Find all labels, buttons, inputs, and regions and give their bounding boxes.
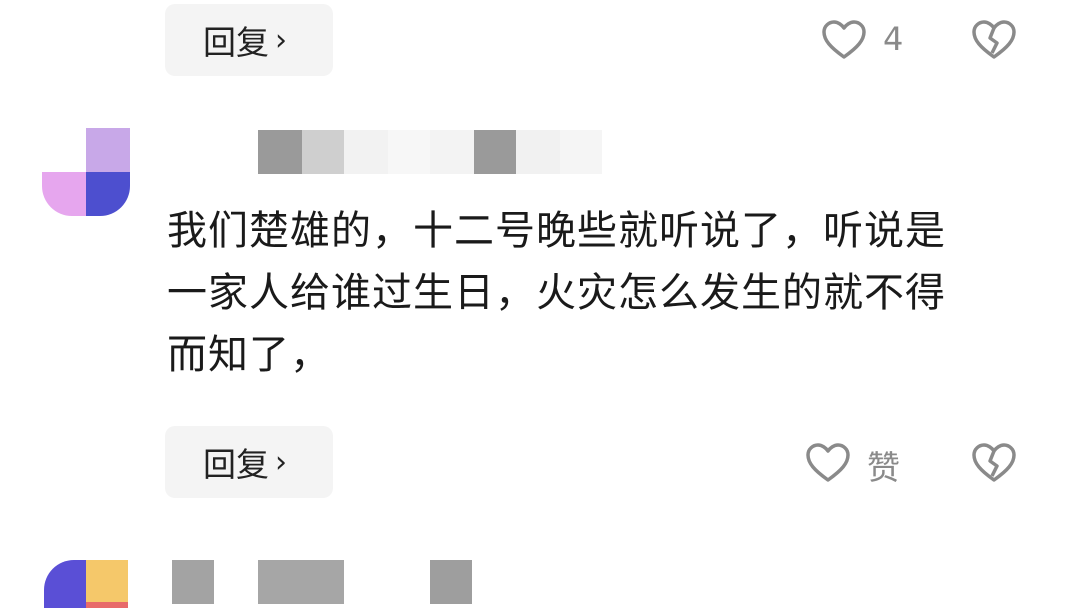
reply-label: 回复 [203,23,269,62]
heart-outline-icon[interactable] [806,443,850,483]
username-blurred[interactable] [258,130,603,174]
like-count: 4 [883,20,904,58]
reply-button[interactable]: 回复 › [165,426,333,498]
like-label: 赞 [867,448,900,487]
avatar[interactable] [40,128,132,220]
username-blurred[interactable] [172,560,477,604]
chevron-right-icon: › [275,444,287,480]
chevron-right-icon: › [275,22,287,58]
reply-button[interactable]: 回复 › [165,4,333,76]
avatar[interactable] [40,558,132,608]
comment-line: 我们楚雄的，十二号晚些就听说了，听说是 [167,208,946,254]
comment-line: 一家人给谁过生日，火灾怎么发生的就不得 [167,270,946,316]
heart-outline-icon[interactable] [822,20,866,60]
comment-line: 而知了， [167,332,331,378]
broken-heart-icon[interactable] [972,20,1016,60]
comment-text: 我们楚雄的，十二号晚些就听说了，听说是 一家人给谁过生日，火灾怎么发生的就不得 … [167,200,1047,386]
broken-heart-icon[interactable] [972,443,1016,483]
reply-label: 回复 [203,445,269,484]
